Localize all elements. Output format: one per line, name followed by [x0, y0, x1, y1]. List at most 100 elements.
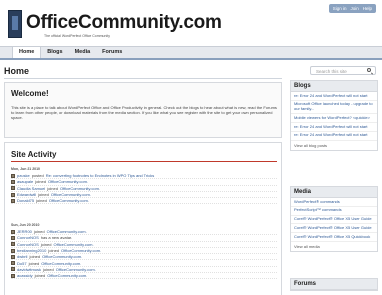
site-title[interactable]: OfficeCommunity.com	[26, 12, 222, 34]
media-link[interactable]: Corel® WordPerfect® Office X5 User Guide	[291, 216, 377, 225]
user-avatar-icon	[11, 273, 15, 278]
activity-day: Mon, Jun 21 2010 pzuske posted Re: conve…	[11, 167, 277, 205]
user-avatar-icon	[11, 229, 15, 234]
site-header: Sign in Join Help OfficeCommunity.com Th…	[0, 0, 382, 44]
activity-link[interactable]: OfficeCommunity.com.	[51, 192, 91, 197]
activity-text: joined	[36, 198, 47, 204]
tab-forums[interactable]: Forums	[96, 47, 128, 58]
user-link[interactable]: dwbril	[17, 254, 27, 259]
activity-text: joined	[40, 241, 52, 247]
user-link[interactable]: JERR00	[17, 229, 32, 234]
media-link[interactable]: Corel® WordPerfect® Office X5 User Guide	[291, 224, 377, 234]
site-activity-title: Site Activity	[11, 150, 57, 159]
user-avatar-icon	[11, 235, 15, 240]
user-link[interactable]: ConnorNOS	[17, 242, 39, 247]
user-link[interactable]: Do57	[17, 261, 27, 266]
media-link[interactable]: WordPerfect® commands	[291, 198, 377, 207]
view-all-media-link[interactable]: View all media	[291, 242, 377, 251]
user-avatar-icon	[11, 173, 15, 178]
user-avatar-icon	[11, 198, 15, 203]
site-tagline: The official WordPerfect Office Communit…	[44, 34, 110, 38]
tab-media[interactable]: Media	[69, 47, 97, 58]
tab-blogs[interactable]: Blogs	[41, 47, 68, 58]
forums-title: Forums	[291, 279, 377, 290]
forums-panel: Forums	[290, 278, 378, 291]
day-label: Sun, Jun 20 2010	[11, 223, 40, 227]
user-link[interactable]: bestlanning2010	[17, 248, 46, 253]
user-avatar-icon	[11, 186, 15, 191]
blogs-title: Blogs	[291, 81, 377, 92]
user-avatar-icon	[11, 254, 15, 259]
page-title: Home	[4, 66, 30, 76]
activity-link[interactable]: OfficeCommunity.com.	[56, 267, 96, 272]
welcome-text: This site is a place to talk about WordP…	[11, 105, 277, 120]
list-item: acassidy joined OfficeCommunity.com.	[11, 273, 277, 280]
user-avatar-icon	[11, 267, 15, 272]
list-item: Donald75 joined OfficeCommunity.com.	[11, 198, 277, 205]
top-links: Sign in Join Help	[328, 4, 376, 13]
main-nav: Home Blogs Media Forums	[0, 46, 382, 60]
activity-text: joined	[33, 229, 45, 235]
user-link[interactable]: Edwardwill	[17, 192, 36, 197]
activity-link[interactable]: OfficeCommunity.com.	[60, 186, 100, 191]
activity-text: joined	[47, 185, 58, 191]
blog-link[interactable]: Microsoft Office launched today - upgrad…	[291, 101, 377, 115]
main-content: Home Welcome! This site is a place to ta…	[0, 62, 288, 295]
site-activity-panel: Site Activity Mon, Jun 21 2010 pzuske po…	[4, 142, 282, 295]
activity-text: joined	[35, 179, 46, 185]
activity-link[interactable]: OfficeCommunity.com.	[41, 261, 81, 266]
user-avatar-icon	[11, 248, 15, 253]
activity-day: Sun, Jun 20 2010 JERR00 joined OfficeCom…	[11, 223, 277, 280]
media-title: Media	[291, 187, 377, 198]
activity-text: has a new avatar.	[40, 235, 73, 241]
divider	[4, 78, 282, 79]
user-avatar-icon	[11, 179, 15, 184]
blog-link[interactable]: Mobile viewers for WordPerfect? <quickie…	[291, 114, 377, 124]
search-placeholder: Search this site	[316, 68, 347, 74]
site-logo-icon[interactable]	[8, 10, 22, 38]
activity-link[interactable]: OfficeCommunity.com.	[61, 248, 101, 253]
activity-link[interactable]: OfficeCommunity.com.	[47, 273, 87, 278]
activity-link[interactable]: OfficeCommunity.com.	[49, 198, 89, 203]
view-all-blog-posts-link[interactable]: View all blog posts	[291, 141, 377, 150]
activity-text: joined	[29, 254, 41, 260]
blog-link[interactable]: re: Error 24 and WordPerfect will not st…	[291, 123, 377, 132]
blogs-panel: Blogs re: Error 24 and WordPerfect will …	[290, 80, 378, 151]
user-link[interactable]: Claudia Samuel	[17, 186, 45, 191]
join-link[interactable]: Join	[350, 6, 358, 11]
user-avatar-icon	[11, 261, 15, 266]
activity-text: joined	[28, 260, 40, 266]
blog-link[interactable]: re: Error 24 and WordPerfect will not st…	[291, 132, 377, 141]
divider	[11, 161, 277, 162]
help-link[interactable]: Help	[363, 6, 372, 11]
user-avatar-icon	[11, 192, 15, 197]
activity-text: joined	[48, 248, 60, 254]
activity-link[interactable]: OfficeCommunity.com.	[47, 229, 87, 234]
activity-text: joined	[38, 192, 49, 198]
tab-home[interactable]: Home	[12, 46, 42, 58]
sign-in-link[interactable]: Sign in	[333, 6, 347, 11]
activity-text: posted	[31, 173, 44, 179]
activity-link[interactable]: OfficeCommunity.com.	[42, 254, 82, 259]
activity-link[interactable]: OfficeCommunity.com.	[53, 242, 93, 247]
sidebar: Search this site Blogs re: Error 24 and …	[290, 62, 378, 295]
search-input[interactable]: Search this site	[310, 66, 376, 75]
activity-link[interactable]: OfficeCommunity.com.	[48, 179, 88, 184]
day-label: Mon, Jun 21 2010	[11, 167, 40, 171]
user-link[interactable]: davidwitmusk	[17, 267, 41, 272]
user-link[interactable]: pzuske	[17, 173, 30, 178]
media-link[interactable]: PerfectScript™ commands	[291, 207, 377, 216]
user-link[interactable]: ConnorNOS	[17, 235, 39, 240]
blog-link[interactable]: re: Error 24 and WordPerfect will not st…	[291, 92, 377, 101]
activity-text: joined	[34, 273, 46, 279]
welcome-title: Welcome!	[11, 89, 49, 98]
user-link[interactable]: asaupale	[17, 179, 33, 184]
search-icon[interactable]	[367, 68, 371, 72]
media-link[interactable]: Corel® WordPerfect® Office X5 Quickbook	[291, 233, 377, 242]
activity-text: joined	[43, 266, 54, 272]
media-panel: Media WordPerfect® commands PerfectScrip…	[290, 186, 378, 252]
user-avatar-icon	[11, 242, 15, 247]
user-link[interactable]: acassidy	[17, 273, 33, 278]
user-link[interactable]: Donald75	[17, 198, 34, 203]
activity-link[interactable]: Re: converting footnotes to Endnotes in …	[46, 173, 155, 178]
